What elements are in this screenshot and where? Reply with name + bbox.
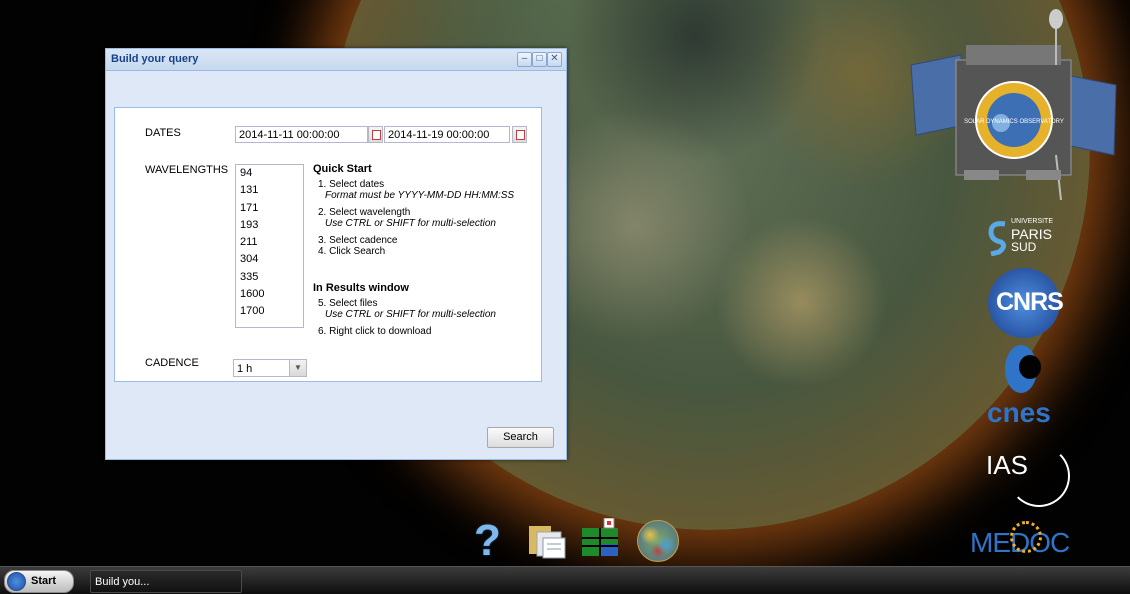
- ias-arc-icon: [1008, 445, 1070, 507]
- cadence-value: 1 h: [237, 363, 253, 375]
- taskbar-item-query[interactable]: Build you...: [90, 570, 242, 593]
- results-heading: In Results window: [313, 282, 409, 294]
- step-2: 2. Select wavelength: [318, 207, 411, 218]
- folder-icon[interactable]: [527, 520, 567, 560]
- step-3: 3. Select cadence: [318, 235, 398, 246]
- step-5: 5. Select files: [318, 298, 378, 309]
- start-button[interactable]: Start: [4, 570, 74, 593]
- medoc-logo: MEDOC: [970, 515, 1090, 565]
- grid-icon[interactable]: [580, 518, 620, 558]
- minimize-button[interactable]: –: [517, 52, 532, 67]
- cnes-cut: [1019, 355, 1041, 379]
- wavelength-option[interactable]: 193: [236, 217, 303, 234]
- cadence-select[interactable]: 1 h ▼: [233, 359, 307, 377]
- power-icon: [7, 572, 26, 591]
- taskbar-item-label: Build you...: [95, 576, 150, 588]
- search-button[interactable]: Search: [487, 427, 554, 448]
- paris-sud-bot: SUD: [1011, 240, 1037, 254]
- maximize-icon: □: [536, 53, 543, 64]
- maximize-button[interactable]: □: [532, 52, 547, 67]
- wavelengths-label: WAVELENGTHS: [145, 164, 229, 176]
- cnrs-logo: CNRS: [988, 268, 1064, 338]
- window-title: Build your query: [111, 53, 199, 65]
- wavelength-option[interactable]: 1700: [236, 303, 303, 320]
- paris-sud-s-icon: [988, 221, 1007, 256]
- globe-icon[interactable]: [637, 520, 679, 562]
- wavelength-option[interactable]: 94: [236, 165, 303, 182]
- close-button[interactable]: ✕: [547, 52, 562, 67]
- calendar-icon: [516, 130, 525, 140]
- step-2-note: Use CTRL or SHIFT for multi-selection: [325, 218, 496, 229]
- wavelength-option[interactable]: 304: [236, 251, 303, 268]
- help-icon[interactable]: ?: [474, 519, 514, 563]
- cnes-text: cnes: [987, 397, 1051, 428]
- end-date-picker-button[interactable]: [512, 126, 527, 143]
- wavelength-option[interactable]: 131: [236, 182, 303, 199]
- chevron-down-icon[interactable]: ▼: [289, 360, 306, 376]
- window-header[interactable]: Build your query – □ ✕: [106, 49, 566, 71]
- paris-sud-logo: UNIVERSITE PARIS SUD: [987, 218, 1067, 258]
- paris-sud-top: UNIVERSITE: [1011, 218, 1054, 225]
- step-1: 1. Select dates: [318, 179, 385, 190]
- start-date-picker-button[interactable]: [368, 126, 383, 143]
- quick-start-heading: Quick Start: [313, 163, 372, 175]
- quick-start-help: Quick Start 1. Select dates Format must …: [313, 163, 538, 338]
- wavelength-option[interactable]: 1600: [236, 286, 303, 303]
- step-1-note: Format must be YYYY-MM-DD HH:MM:SS: [325, 190, 515, 201]
- end-date-field[interactable]: 2014-11-19 00:00:00: [384, 126, 510, 143]
- medoc-sun-icon: [1010, 521, 1042, 553]
- cnes-logo: cnes: [985, 345, 1060, 430]
- wavelength-list[interactable]: 94 131 171 193 211 304 335 1600 1700: [235, 164, 304, 328]
- cnrs-text: CNRS: [996, 288, 1064, 316]
- close-icon: ✕: [550, 53, 559, 64]
- ias-logo: IAS: [978, 440, 1078, 507]
- wavelength-option[interactable]: 171: [236, 200, 303, 217]
- step-6: 6. Right click to download: [318, 326, 432, 337]
- satellite-badge-text: SOLAR DYNAMICS OBSERVATORY: [964, 119, 1064, 125]
- cadence-label: CADENCE: [145, 357, 199, 369]
- calendar-icon: [372, 130, 381, 140]
- step-5-note: Use CTRL or SHIFT for multi-selection: [325, 309, 496, 320]
- dates-label: DATES: [145, 127, 181, 139]
- sdo-satellite-logo: SOLAR DYNAMICS OBSERVATORY: [910, 9, 1117, 201]
- minimize-icon: –: [521, 53, 528, 64]
- query-form-panel: DATES 2014-11-11 00:00:00 2014-11-19 00:…: [114, 107, 542, 382]
- taskbar: Start Build you...: [0, 566, 1130, 594]
- query-window: Build your query – □ ✕ DATES 2014-11-11 …: [105, 48, 567, 460]
- start-label: Start: [31, 575, 57, 587]
- start-date-field[interactable]: 2014-11-11 00:00:00: [235, 126, 368, 143]
- step-4: 4. Click Search: [318, 246, 386, 257]
- wavelength-option[interactable]: 335: [236, 269, 303, 286]
- wavelength-option[interactable]: 211: [236, 234, 303, 251]
